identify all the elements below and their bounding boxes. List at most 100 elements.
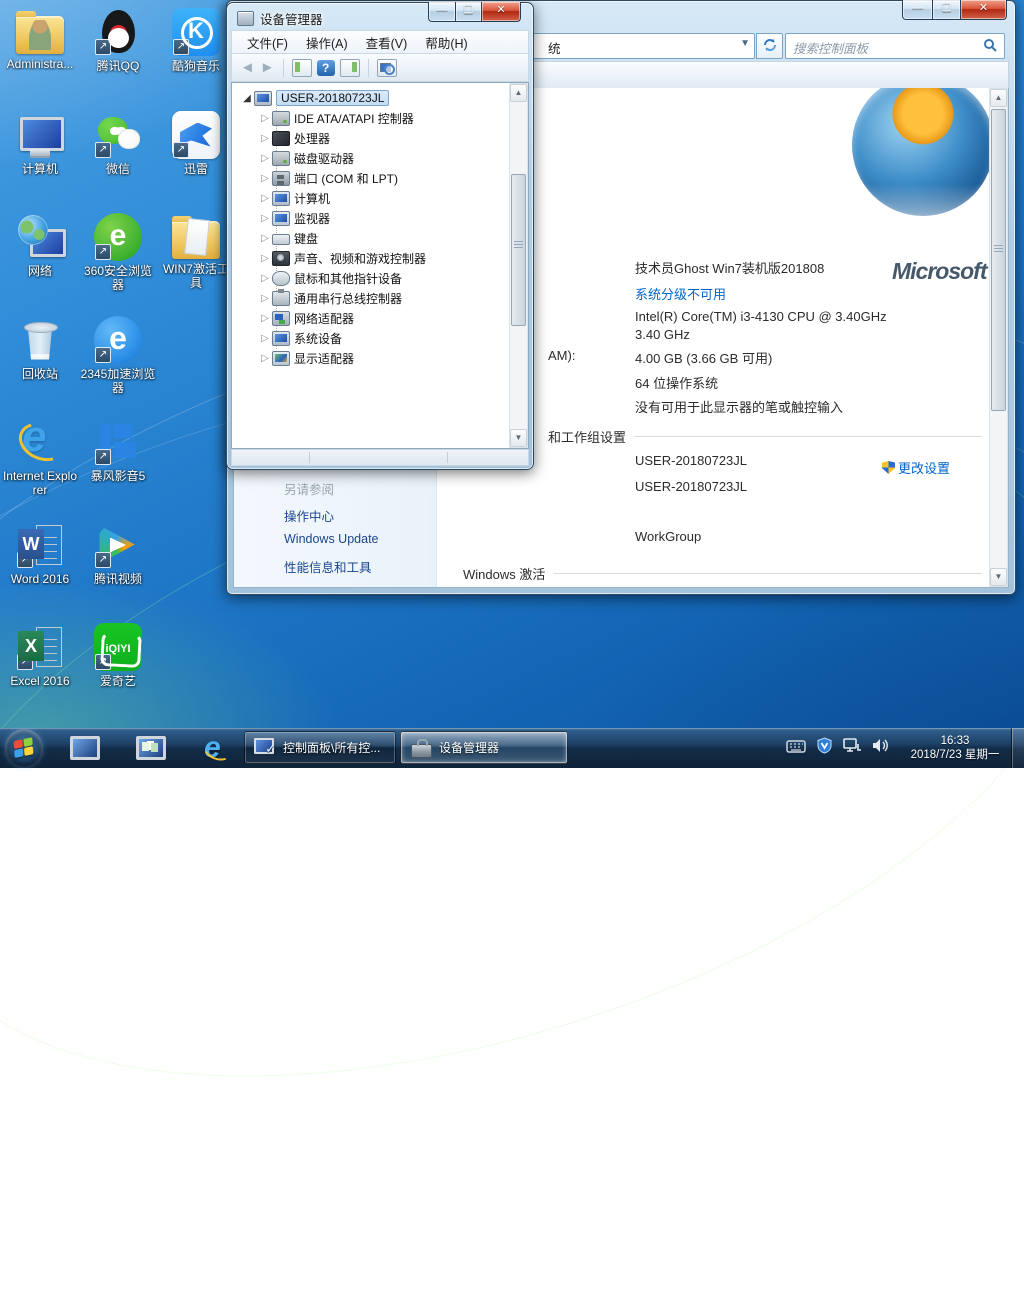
quicklaunch-computer[interactable] <box>70 734 100 762</box>
back-button[interactable]: ◄ <box>240 58 255 78</box>
tree-item[interactable]: ▷ 磁盘驱动器 <box>232 148 510 168</box>
minimize-button[interactable]: — <box>902 0 933 20</box>
desktop-icon-qq[interactable]: ↗ 腾讯QQ <box>80 8 156 73</box>
expand-triangle-icon[interactable]: ▷ <box>260 253 270 264</box>
sidebar-link-1[interactable]: 操作中心 <box>284 506 334 525</box>
start-button[interactable] <box>5 729 43 767</box>
network-icon[interactable] <box>843 738 862 758</box>
expand-triangle-icon[interactable]: ▷ <box>260 133 270 144</box>
desktop-icon-recycle[interactable]: 回收站 <box>2 316 78 381</box>
change-settings-link[interactable]: 更改设置 <box>882 458 950 477</box>
close-button[interactable]: ✕ <box>961 0 1007 20</box>
network-icon <box>16 213 66 261</box>
menu-item[interactable]: 文件(F) <box>238 31 297 54</box>
expand-triangle-icon[interactable]: ▷ <box>260 273 270 284</box>
tree-item[interactable]: ▷ 声音、视频和游戏控制器 <box>232 248 510 268</box>
desktop-icon-ie[interactable]: Internet Explorer <box>2 412 78 497</box>
expand-triangle-icon[interactable]: ▷ <box>260 293 270 304</box>
show-console-tree-button[interactable] <box>291 58 312 77</box>
minimize-button[interactable]: — <box>428 2 456 22</box>
quicklaunch-explorer[interactable] <box>136 734 166 762</box>
desktop-icon-folder[interactable]: WIN7激活工具 <box>158 213 234 290</box>
volume-icon[interactable] <box>872 738 889 758</box>
search-icon[interactable] <box>983 38 998 58</box>
desktop-icon-iqiyi[interactable]: ↗ 爱奇艺 <box>80 623 156 688</box>
scrollbar-thumb[interactable] <box>991 109 1006 411</box>
xunlei-icon: ↗ <box>172 110 220 159</box>
collapse-triangle-icon[interactable]: ◢ <box>242 93 252 104</box>
chevron-down-icon[interactable]: ▼ <box>740 38 750 49</box>
tree-item[interactable]: ▷ 显示适配器 <box>232 348 510 368</box>
computer-icon <box>16 111 64 159</box>
keyboard-icon <box>272 233 290 245</box>
system-rating-link[interactable]: 系统分级不可用 <box>635 284 726 303</box>
desktop-icon-xunlei[interactable]: ↗ 迅雷 <box>158 110 234 176</box>
expand-triangle-icon[interactable]: ▷ <box>260 153 270 164</box>
ram-label-partial: AM): <box>548 348 576 363</box>
expand-triangle-icon[interactable]: ▷ <box>260 193 270 204</box>
desktop-icon-browser360[interactable]: ↗ 360安全浏览器 <box>80 213 156 292</box>
tree-item[interactable]: ▷ 通用串行总线控制器 <box>232 288 510 308</box>
shortcut-arrow-icon: ↗ <box>17 551 33 568</box>
standard-view-button[interactable] <box>339 58 360 77</box>
expand-triangle-icon[interactable]: ▷ <box>260 233 270 244</box>
tree-scrollbar[interactable]: ▲ ▼ <box>509 83 528 448</box>
close-button[interactable]: ✕ <box>482 2 521 22</box>
tree-item[interactable]: ▷ 监视器 <box>232 208 510 228</box>
tree-item[interactable]: ▷ 网络适配器 <box>232 308 510 328</box>
help-button[interactable] <box>316 59 335 76</box>
security-shield-icon[interactable] <box>816 737 833 759</box>
scroll-up-arrow[interactable]: ▲ <box>510 84 527 102</box>
scroll-up-arrow[interactable]: ▲ <box>990 89 1007 107</box>
expand-triangle-icon[interactable]: ▷ <box>260 113 270 124</box>
tree-root-item[interactable]: ◢ USER-20180723JL <box>232 88 510 108</box>
shortcut-arrow-icon: ↗ <box>95 551 111 568</box>
desktop-icon-network[interactable]: 网络 <box>2 213 78 278</box>
tree-item[interactable]: ▷ IDE ATA/ATAPI 控制器 <box>232 108 510 128</box>
search-input[interactable]: 搜索控制面板 <box>785 33 1005 59</box>
maximize-button[interactable]: ❑ <box>933 0 961 20</box>
taskbar-button-label: 设备管理器 <box>439 741 500 755</box>
taskbar-button-device-manager[interactable]: 设备管理器 <box>400 731 568 764</box>
tree-item[interactable]: ▷ 计算机 <box>232 188 510 208</box>
expand-triangle-icon[interactable]: ▷ <box>260 333 270 344</box>
iqiyi-icon: ↗ <box>94 623 142 671</box>
desktop-icon-adminfolder[interactable]: Administra... <box>2 8 78 71</box>
menu-item[interactable]: 查看(V) <box>357 31 417 54</box>
desktop-icon-excel[interactable]: ↗ Excel 2016 <box>2 623 78 688</box>
scroll-down-arrow[interactable]: ▼ <box>990 568 1007 586</box>
scroll-down-arrow[interactable]: ▼ <box>510 429 527 447</box>
refresh-button[interactable] <box>756 33 783 59</box>
desktop-icon-baofeng[interactable]: ↗ 暴风影音5 <box>80 418 156 483</box>
vertical-scrollbar[interactable]: ▲ ▼ <box>989 88 1008 587</box>
taskbar-clock[interactable]: 16:33 2018/7/23 星期一 <box>900 734 1010 762</box>
maximize-button[interactable]: ❑ <box>456 2 482 22</box>
show-desktop-button[interactable] <box>1011 728 1024 768</box>
expand-triangle-icon[interactable]: ▷ <box>260 173 270 184</box>
expand-triangle-icon[interactable]: ▷ <box>260 213 270 224</box>
input-keyboard-icon[interactable] <box>786 739 806 758</box>
tree-item[interactable]: ▷ 端口 (COM 和 LPT) <box>232 168 510 188</box>
tree-item[interactable]: ▷ 键盘 <box>232 228 510 248</box>
sidebar-link-3[interactable]: 性能信息和工具 <box>284 557 372 576</box>
desktop-icon-browser2345[interactable]: ↗ 2345加速浏览器 <box>80 315 156 395</box>
desktop-icon-computer[interactable]: 计算机 <box>2 111 78 176</box>
scrollbar-thumb[interactable] <box>511 174 526 326</box>
desktop-icon-kugou[interactable]: ↗ 酷狗音乐 <box>158 8 234 73</box>
quicklaunch-internet-explorer[interactable]: e <box>204 733 234 763</box>
expand-triangle-icon[interactable]: ▷ <box>260 353 270 364</box>
expand-triangle-icon[interactable]: ▷ <box>260 313 270 324</box>
forward-button[interactable]: ► <box>260 58 275 78</box>
shortcut-arrow-icon: ↗ <box>173 141 189 158</box>
desktop-icon-word[interactable]: ↗ Word 2016 <box>2 521 78 586</box>
scan-hardware-changes-button[interactable] <box>376 58 397 77</box>
tree-item[interactable]: ▷ 系统设备 <box>232 328 510 348</box>
tree-item[interactable]: ▷ 处理器 <box>232 128 510 148</box>
tree-item[interactable]: ▷ 鼠标和其他指针设备 <box>232 268 510 288</box>
menu-item[interactable]: 帮助(H) <box>416 31 476 54</box>
sidebar-link-2[interactable]: Windows Update <box>284 532 379 546</box>
desktop-icon-tencentvideo[interactable]: ↗ 腾讯视频 <box>80 521 156 586</box>
menu-item[interactable]: 操作(A) <box>297 31 357 54</box>
desktop-icon-wechat[interactable]: ↗ 微信 <box>80 111 156 176</box>
taskbar-button-control-panel[interactable]: 控制面板\所有控... <box>244 731 396 764</box>
